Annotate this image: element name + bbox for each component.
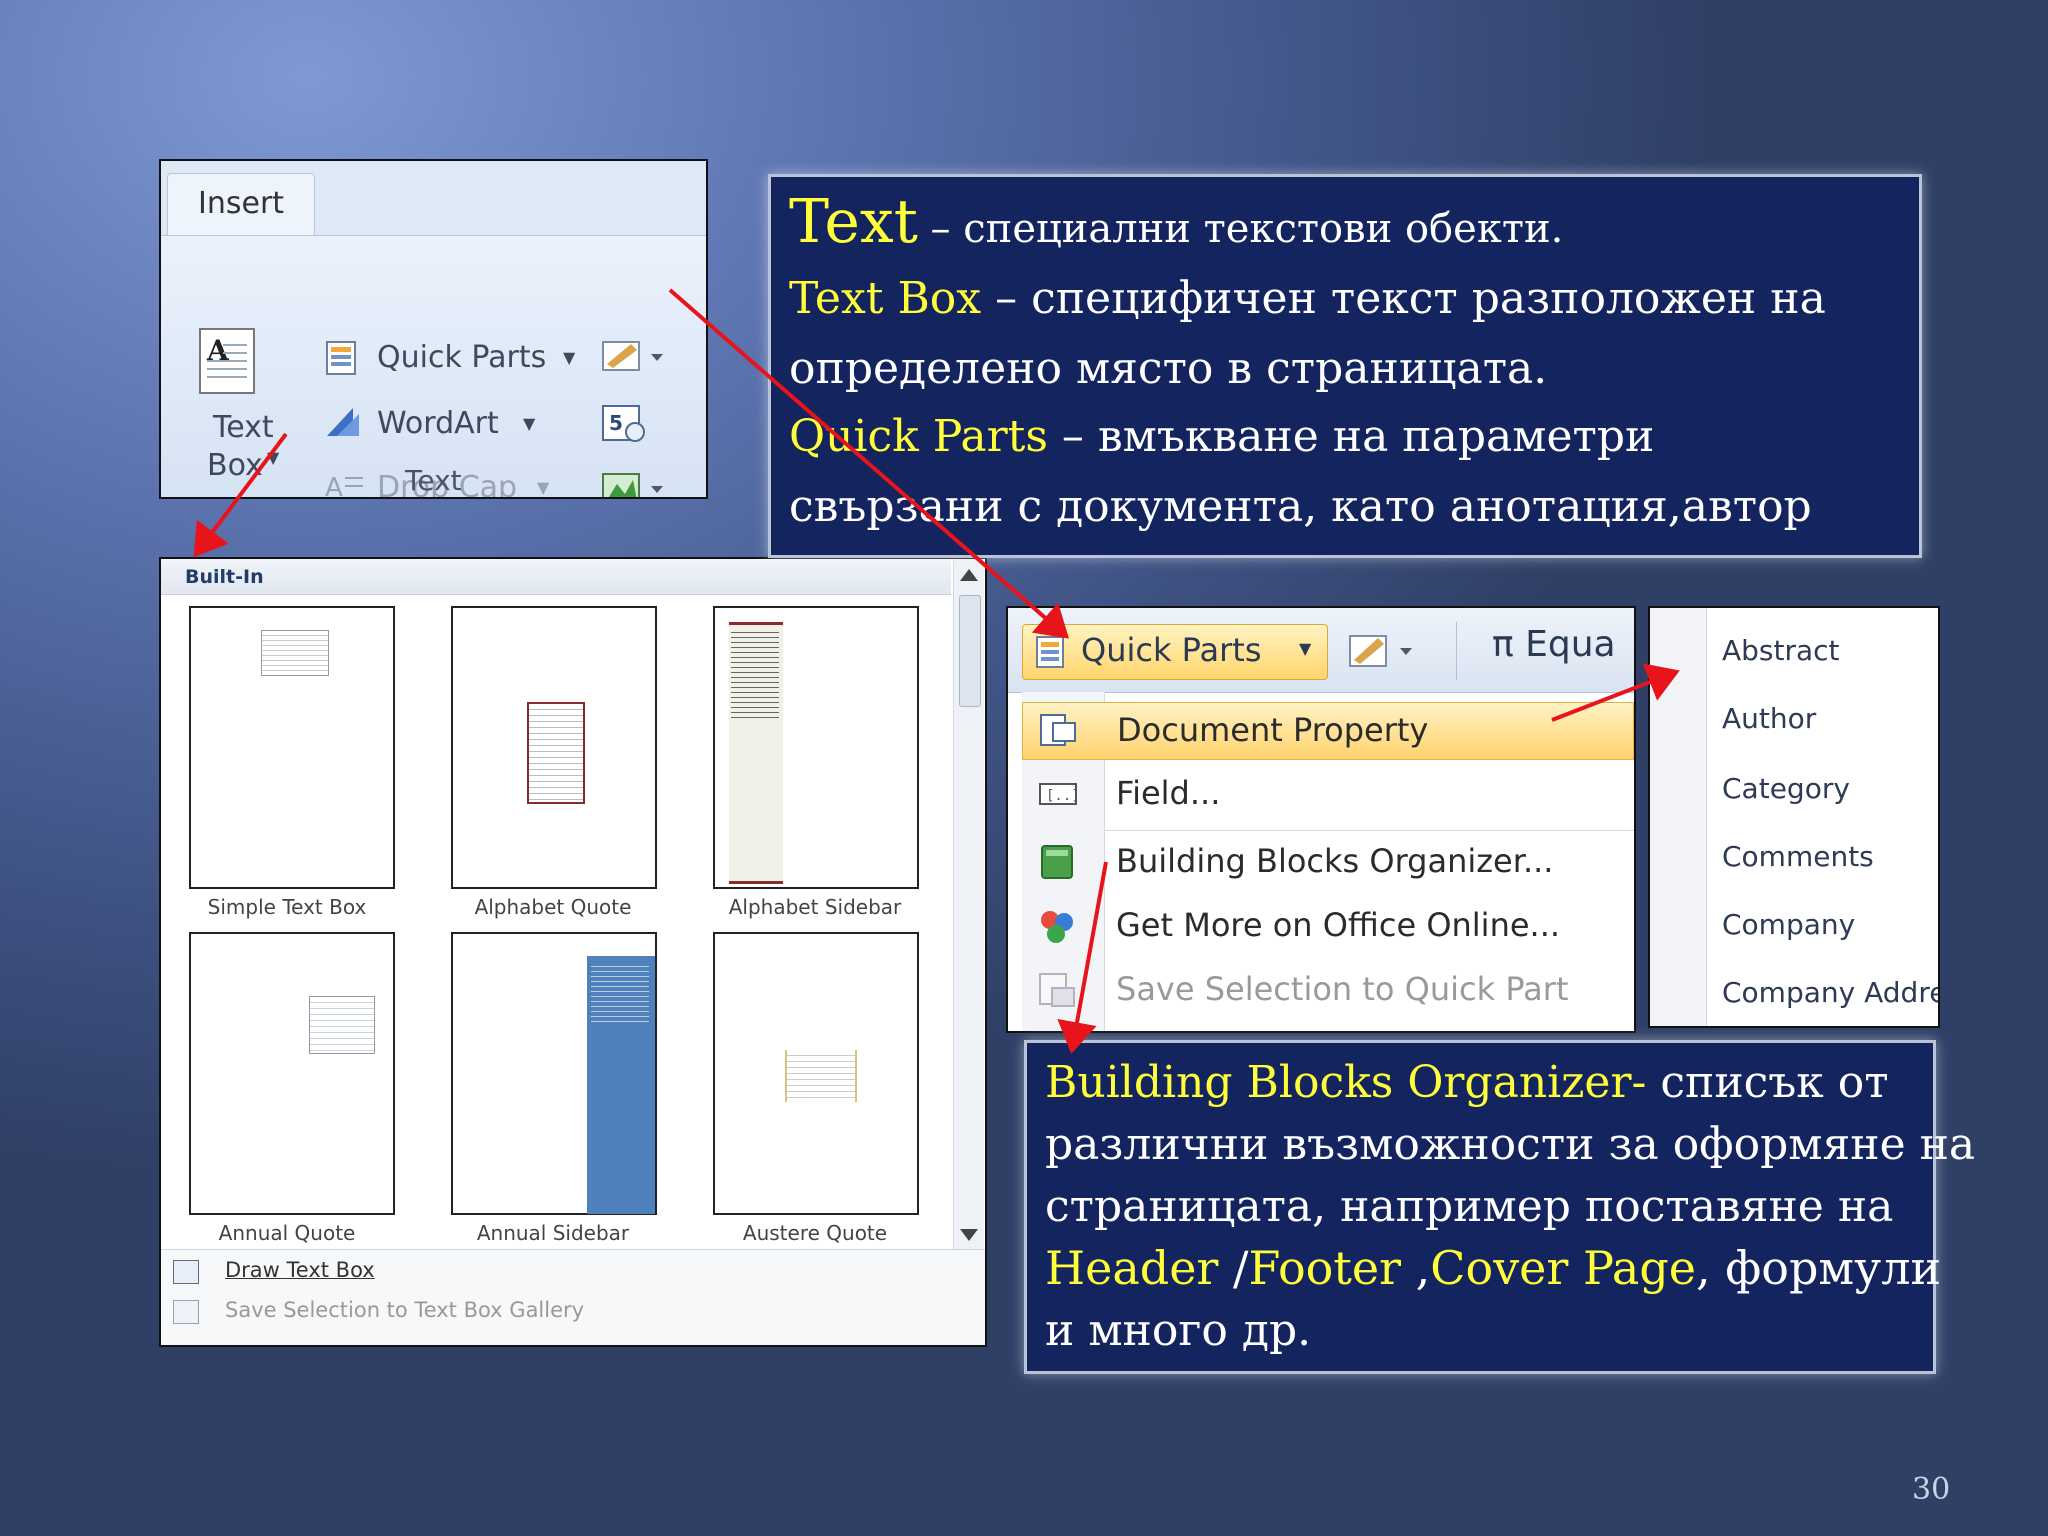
caption-annual-quote: Annual Quote: [218, 1221, 356, 1245]
date-time-icon[interactable]: 5: [601, 402, 651, 444]
gallery-footer: Draw Text Box Save Selection to Text Box…: [161, 1249, 985, 1345]
document-property-submenu: Abstract Author Category Comments Compan…: [1648, 606, 1940, 1028]
building-blocks-explanation-panel: Building Blocks Organizer- списък от раз…: [1024, 1040, 1975, 1374]
separator-comma: ,: [1401, 1241, 1431, 1295]
menu-item-save-selection[interactable]: Save Selection to Quick Part: [1022, 962, 1634, 1020]
text-box-label-2[interactable]: Box: [207, 448, 263, 483]
wordart-button[interactable]: WordArt: [377, 406, 499, 441]
term-header: Header: [1045, 1241, 1219, 1295]
building-blocks-icon: [1041, 845, 1073, 879]
quick-parts-dropdown-button[interactable]: Quick Parts ▼: [1022, 624, 1328, 680]
quick-parts-menu: Quick Parts ▼ π Equa Document Property […: [1006, 606, 1636, 1033]
thumb-simple-text-box[interactable]: [189, 606, 395, 889]
term-text-box: Text Box: [789, 273, 982, 324]
caption-alphabet-sidebar: Alphabet Sidebar: [728, 895, 902, 919]
signature-line-icon[interactable]: [601, 336, 671, 376]
scroll-up-icon[interactable]: [960, 569, 978, 581]
insert-ribbon-text-group: Insert A Text Box ▼ Quick Parts ▼ WordAr…: [159, 159, 708, 499]
submenu-item-abstract[interactable]: Abstract: [1722, 634, 1840, 667]
field-icon: [..]: [1039, 783, 1078, 805]
menu-label: Get More on Office Online...: [1116, 906, 1561, 944]
tab-insert[interactable]: Insert: [167, 173, 315, 235]
svg-text:A: A: [325, 473, 343, 499]
quick-parts-definition-2: свързани с документа, като анотация,авто…: [789, 481, 1812, 532]
building-blocks-definition-5: и много др.: [1045, 1305, 1312, 1356]
document-property-icon: [1040, 714, 1076, 746]
quick-parts-icon: [326, 341, 356, 375]
text-group-label: Text: [405, 464, 462, 497]
quick-parts-icon: [1036, 636, 1064, 668]
menu-label: Document Property: [1117, 711, 1429, 749]
caption-austere-quote: Austere Quote: [742, 1221, 888, 1245]
text-explanation-panel: Text – специални текстови обекти. Text B…: [768, 174, 1922, 558]
menu-item-field[interactable]: [..] Field...: [1022, 766, 1634, 824]
caption-annual-sidebar: Annual Sidebar: [476, 1221, 630, 1245]
term-text: Text: [789, 187, 918, 257]
caption-alphabet-quote: Alphabet Quote: [474, 895, 632, 919]
save-selection-icon: [173, 1300, 199, 1324]
quick-parts-toolbar: Quick Parts ▼ π Equa: [1008, 608, 1634, 693]
menu-label: Field...: [1116, 774, 1221, 812]
gallery-header: Built-In: [161, 559, 951, 595]
term-cover-page: Cover Page: [1430, 1241, 1696, 1295]
text-box-icon[interactable]: A: [199, 328, 255, 394]
draw-text-box-icon: [173, 1260, 199, 1284]
submenu-item-author[interactable]: Author: [1722, 702, 1816, 735]
menu-item-get-more-online[interactable]: Get More on Office Online...: [1022, 898, 1634, 956]
thumb-annual-quote[interactable]: [189, 932, 395, 1215]
office-online-icon: [1041, 911, 1073, 943]
separator-slash: /: [1218, 1241, 1249, 1295]
signature-line-icon[interactable]: [1348, 630, 1422, 672]
submenu-item-category[interactable]: Category: [1722, 772, 1850, 805]
save-selection-icon: [1039, 973, 1075, 1007]
quick-parts-button-label: Quick Parts: [1081, 631, 1262, 669]
caption-simple-text-box: Simple Text Box: [207, 895, 367, 919]
term-building-blocks-organizer: Building Blocks Organizer-: [1045, 1057, 1647, 1108]
menu-item-document-property[interactable]: Document Property: [1022, 702, 1634, 760]
submenu-item-company[interactable]: Company: [1722, 908, 1855, 941]
submenu-gutter: [1650, 608, 1707, 1026]
quick-parts-definition: – вмъкване на параметри: [1047, 411, 1655, 462]
building-blocks-definition-4: , формули: [1696, 1241, 1942, 1295]
ribbon-body: A Text Box ▼ Quick Parts ▼ WordArt ▼ A D…: [161, 235, 706, 499]
menu-label: Save Selection to Quick Part: [1116, 970, 1569, 1008]
building-blocks-definition: списък от: [1646, 1057, 1889, 1108]
gallery-scrollbar[interactable]: [953, 559, 984, 1249]
menu-item-building-blocks-organizer[interactable]: Building Blocks Organizer...: [1022, 834, 1634, 892]
svg-text:5: 5: [609, 411, 623, 435]
save-selection-item[interactable]: Save Selection to Text Box Gallery: [225, 1298, 584, 1322]
scroll-down-icon[interactable]: [960, 1229, 978, 1241]
menu-label: Building Blocks Organizer...: [1116, 842, 1554, 880]
svg-text:[..]: [..]: [1046, 788, 1078, 804]
term-quick-parts: Quick Parts: [789, 411, 1048, 462]
text-definition: – специални текстови обекти.: [917, 206, 1564, 252]
thumb-alphabet-sidebar[interactable]: [713, 606, 919, 889]
object-icon[interactable]: [601, 470, 671, 499]
term-footer: Footer: [1248, 1241, 1402, 1295]
text-box-gallery: Built-In Simple Text Box Alphabet Quote …: [159, 557, 987, 1347]
thumb-annual-sidebar[interactable]: [451, 932, 657, 1215]
drop-cap-icon: A: [325, 473, 363, 499]
thumb-austere-quote[interactable]: [713, 932, 919, 1215]
quick-parts-button[interactable]: Quick Parts: [377, 340, 546, 375]
submenu-item-comments[interactable]: Comments: [1722, 840, 1874, 873]
text-box-definition-2: определено място в страницата.: [789, 343, 1548, 394]
slide-number: 30: [1912, 1472, 1951, 1507]
thumb-alphabet-quote[interactable]: [451, 606, 657, 889]
submenu-item-company-address[interactable]: Company Address: [1722, 976, 1938, 1009]
text-box-label-1[interactable]: Text: [213, 410, 274, 445]
building-blocks-definition-2: различни възможности за оформяне на: [1045, 1119, 1976, 1170]
building-blocks-definition-3: страницата, например поставяне на: [1045, 1181, 1894, 1232]
equation-button[interactable]: π Equa: [1492, 624, 1616, 665]
draw-text-box-item[interactable]: Draw Text Box: [225, 1258, 375, 1282]
wordart-icon: [327, 408, 359, 436]
text-box-definition: – специфичен текст разположен на: [981, 273, 1826, 324]
scroll-thumb[interactable]: [959, 595, 981, 707]
